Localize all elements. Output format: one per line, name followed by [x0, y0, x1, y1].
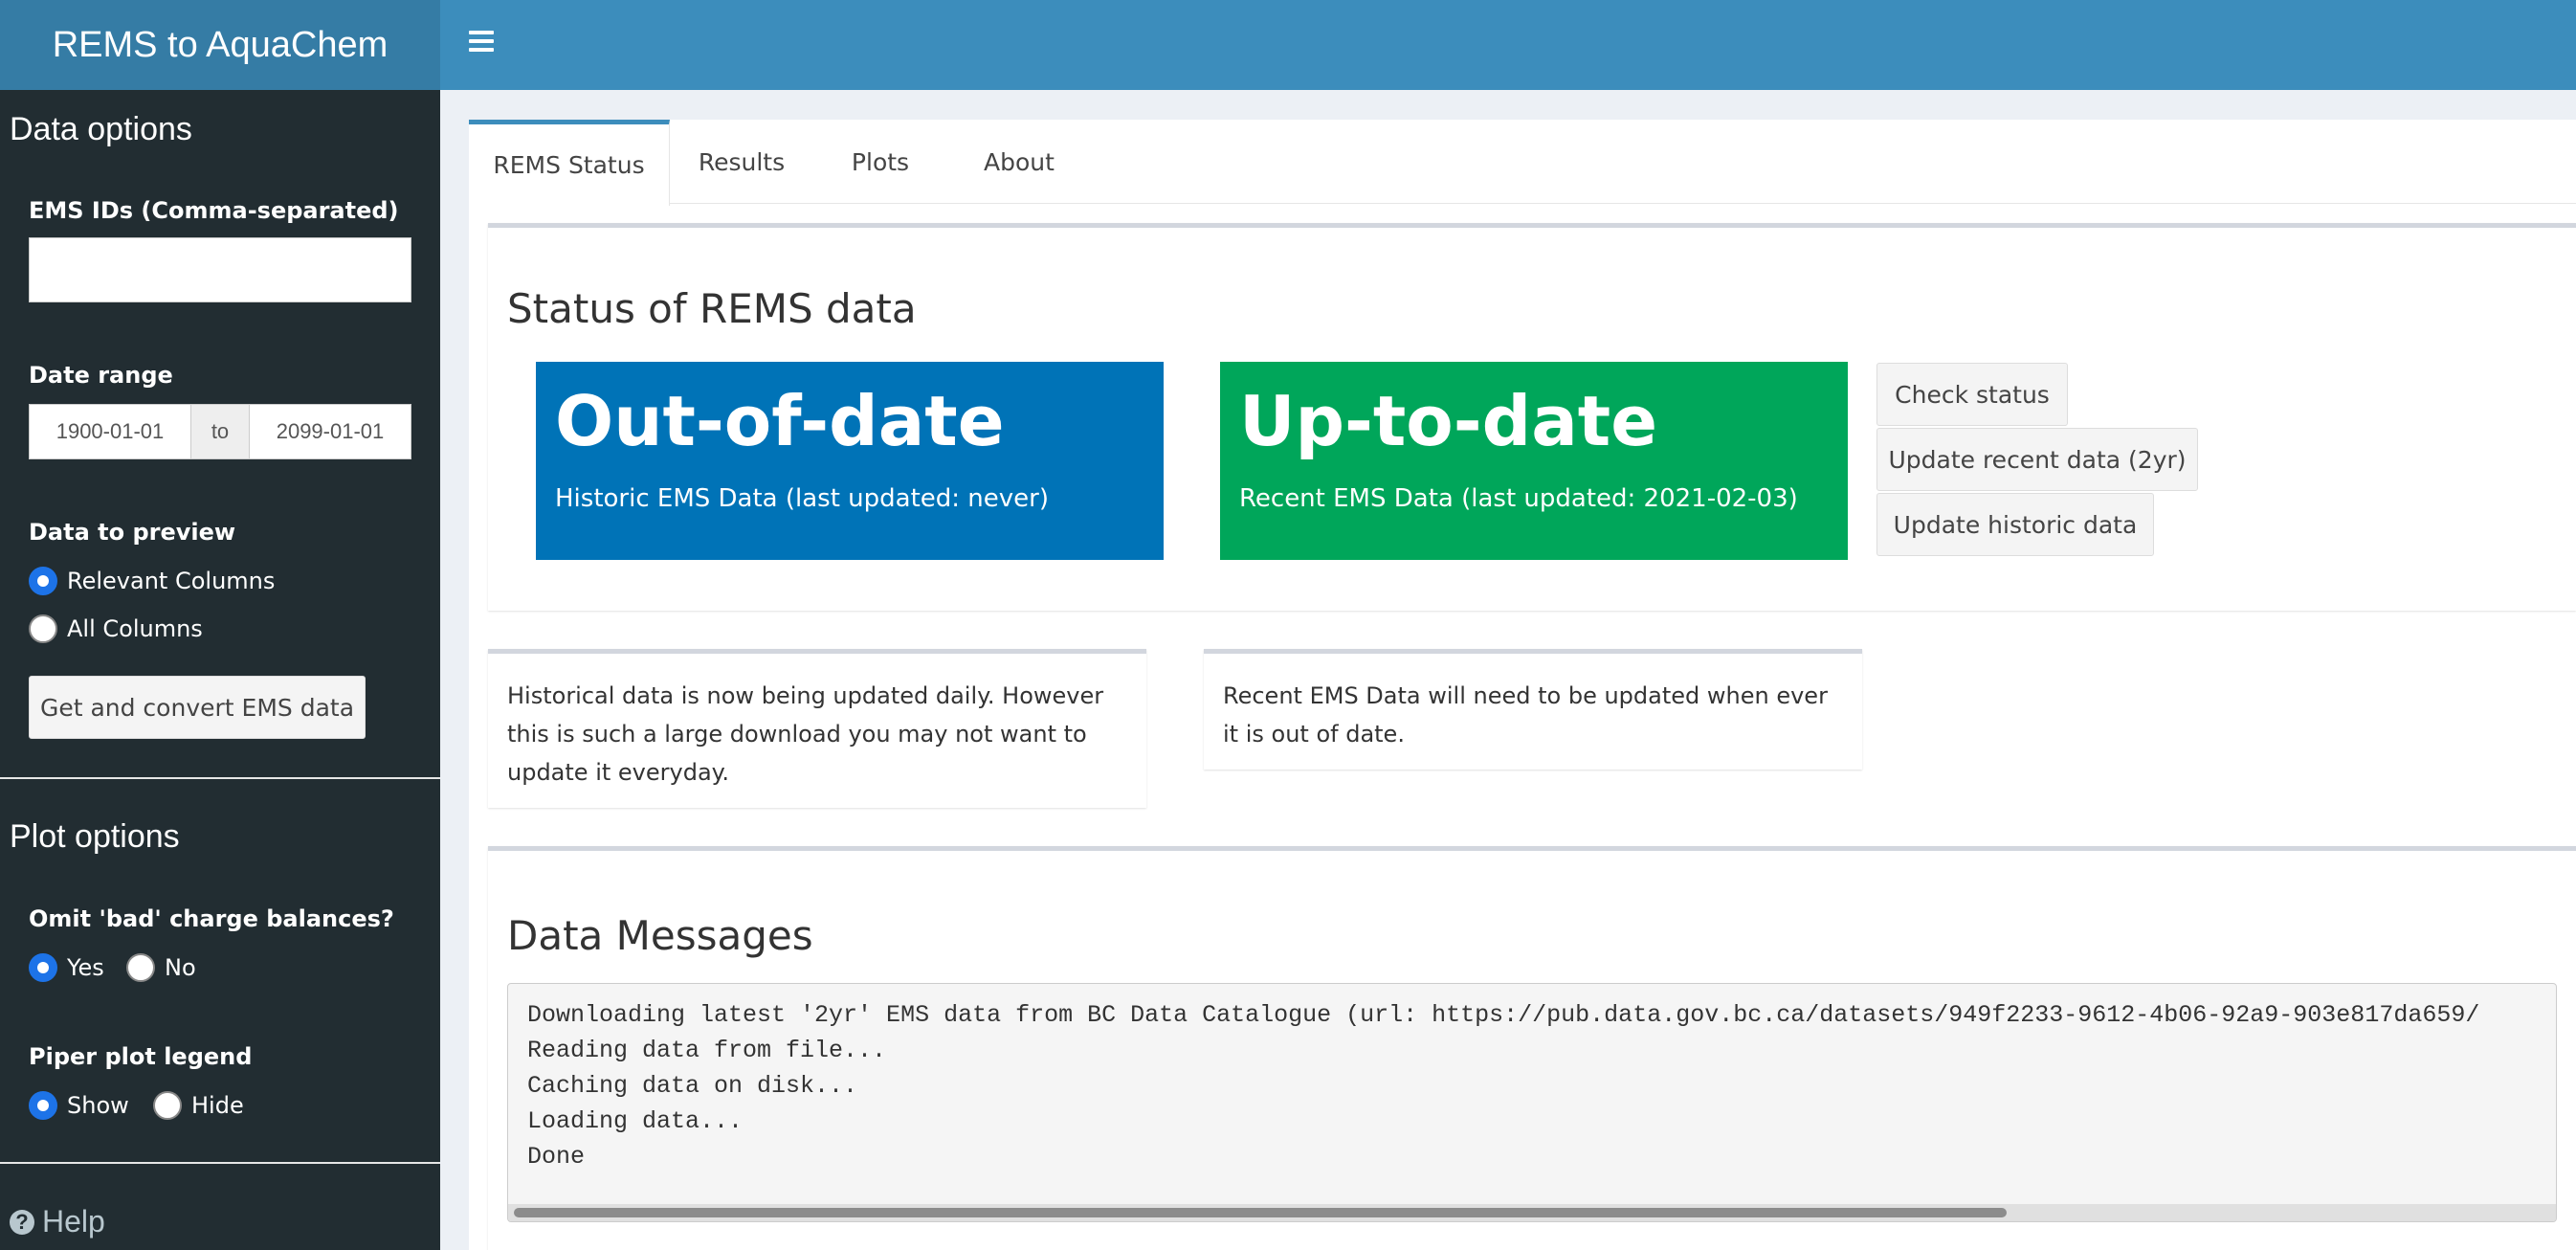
ems-ids-input[interactable]	[29, 237, 411, 302]
tab-plots[interactable]: Plots	[813, 120, 947, 204]
radio-omit-no[interactable]: No	[126, 953, 196, 982]
app-title[interactable]: REMS to AquaChem	[0, 0, 440, 90]
radio-label: Show	[67, 1092, 129, 1119]
recent-status-subtitle: Recent EMS Data (last updated: 2021-02-0…	[1239, 484, 1798, 513]
get-convert-ems-button[interactable]: Get and convert EMS data	[29, 676, 366, 739]
log-line: Caching data on disk...	[527, 1072, 858, 1100]
check-status-button[interactable]: Check status	[1876, 363, 2068, 426]
tab-about[interactable]: About	[947, 120, 1091, 204]
radio-label: All Columns	[67, 615, 203, 642]
log-line: Downloading latest '2yr' EMS data from B…	[527, 1001, 2480, 1029]
radio-dot[interactable]	[126, 953, 155, 982]
data-messages-log[interactable]: Downloading latest '2yr' EMS data from B…	[507, 983, 2557, 1222]
data-messages-box: Data Messages Downloading latest '2yr' E…	[488, 846, 2576, 1250]
update-historic-button[interactable]: Update historic data	[1876, 493, 2154, 556]
historic-status-subtitle: Historic EMS Data (last updated: never)	[555, 484, 1050, 513]
date-separator: to	[190, 405, 250, 458]
omit-charge-label: Omit 'bad' charge balances?	[29, 905, 394, 932]
radio-omit-yes[interactable]: Yes	[29, 953, 104, 982]
historic-status-box: Out-of-date Historic EMS Data (last upda…	[536, 362, 1164, 560]
radio-label: Relevant Columns	[67, 568, 276, 594]
tab-results[interactable]: Results	[670, 120, 813, 204]
help-label: Help	[42, 1204, 105, 1239]
help-menu-item[interactable]: ? Help	[10, 1204, 105, 1239]
date-end-input[interactable]: 2099-01-01	[250, 419, 411, 444]
radio-dot-selected[interactable]	[29, 567, 57, 595]
status-box: Status of REMS data Out-of-date Historic…	[488, 223, 2576, 611]
piper-legend-label: Piper plot legend	[29, 1043, 253, 1070]
recent-note-box: Recent EMS Data will need to be updated …	[1204, 649, 1862, 770]
radio-legend-hide[interactable]: Hide	[153, 1091, 244, 1120]
log-line: Reading data from file...	[527, 1037, 887, 1064]
date-range-label: Date range	[29, 362, 173, 389]
historic-status-value: Out-of-date	[555, 381, 1005, 461]
radio-legend-show[interactable]: Show	[29, 1091, 129, 1120]
plot-options-title: Plot options	[10, 818, 180, 855]
hamburger-icon[interactable]	[469, 31, 494, 56]
top-header	[440, 0, 2576, 90]
status-title: Status of REMS data	[507, 285, 917, 332]
radio-dot[interactable]	[29, 614, 57, 643]
radio-relevant-columns[interactable]: Relevant Columns	[29, 567, 275, 595]
tab-panel: REMS Status Results Plots About Status o…	[469, 120, 2576, 1250]
radio-label: No	[165, 954, 196, 981]
date-range-input: 1900-01-01 to 2099-01-01	[29, 404, 411, 459]
radio-dot-selected[interactable]	[29, 953, 57, 982]
recent-note-text: Recent EMS Data will need to be updated …	[1223, 682, 1828, 748]
radio-label: Hide	[191, 1092, 244, 1119]
scrollbar-thumb[interactable]	[514, 1208, 2007, 1217]
radio-label: Yes	[67, 954, 104, 981]
tab-rems-status[interactable]: REMS Status	[469, 120, 670, 206]
historic-note-box: Historical data is now being updated dai…	[488, 649, 1146, 808]
sidebar-divider	[0, 1162, 440, 1164]
data-preview-label: Data to preview	[29, 519, 236, 546]
tab-bar: REMS Status Results Plots About	[469, 120, 2576, 206]
question-icon: ?	[10, 1209, 34, 1235]
recent-status-value: Up-to-date	[1239, 381, 1658, 461]
radio-all-columns[interactable]: All Columns	[29, 614, 203, 643]
recent-status-box: Up-to-date Recent EMS Data (last updated…	[1220, 362, 1848, 560]
log-line: Done	[527, 1143, 586, 1171]
historic-note-text: Historical data is now being updated dai…	[507, 682, 1104, 786]
data-options-title: Data options	[10, 111, 192, 147]
ems-ids-label: EMS IDs (Comma-separated)	[29, 197, 399, 224]
sidebar: REMS to AquaChem Data options EMS IDs (C…	[0, 0, 440, 1250]
radio-dot[interactable]	[153, 1091, 182, 1120]
date-start-input[interactable]: 1900-01-01	[30, 419, 190, 444]
horizontal-scrollbar[interactable]	[508, 1204, 2556, 1221]
update-recent-button[interactable]: Update recent data (2yr)	[1876, 428, 2198, 491]
radio-dot-selected[interactable]	[29, 1091, 57, 1120]
data-messages-title: Data Messages	[507, 912, 813, 959]
log-line: Loading data...	[527, 1107, 744, 1135]
sidebar-divider	[0, 777, 440, 779]
